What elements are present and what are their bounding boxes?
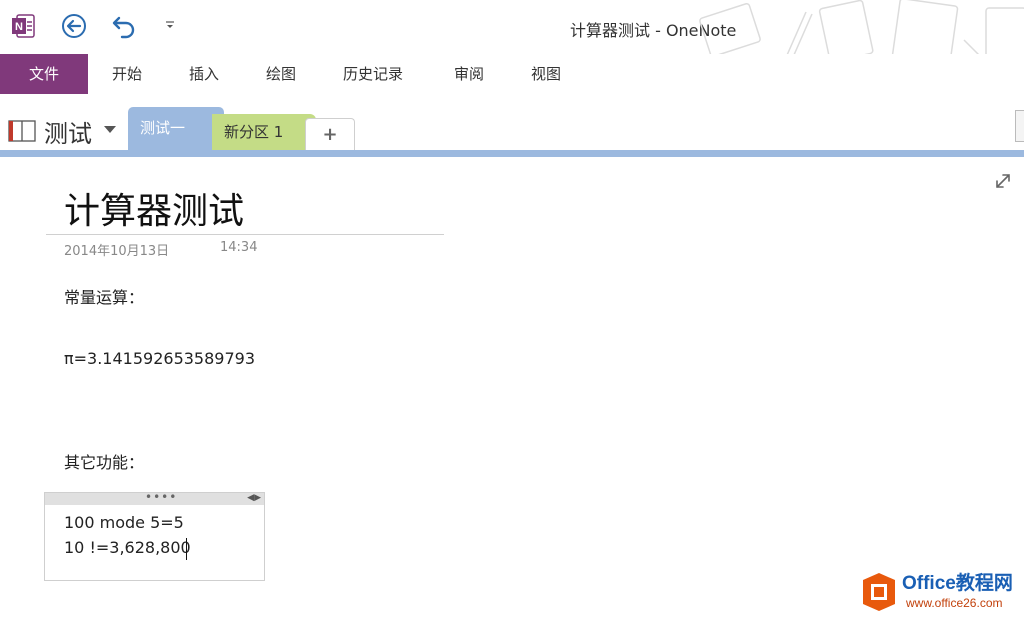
section-tab-1[interactable]: 测试一	[128, 107, 224, 150]
paragraph-constant-ops[interactable]: 常量运算：	[64, 284, 144, 308]
office-logo-icon	[863, 573, 895, 611]
tab-view[interactable]: 视图	[531, 54, 561, 94]
add-section-button[interactable]: +	[305, 118, 355, 151]
watermark-text-art: Office教程网	[902, 571, 1013, 594]
note-line-factorial[interactable]: 10 !=3,628,800	[64, 538, 191, 557]
back-button[interactable]	[60, 12, 88, 40]
notebook-icon	[8, 120, 36, 142]
page-list-toggle-button[interactable]	[1015, 110, 1024, 142]
page-date: 2014年10月13日	[64, 244, 170, 259]
svg-text:N: N	[15, 21, 23, 33]
note-line-mode[interactable]: 100 mode 5=5	[64, 513, 184, 532]
text-cursor	[186, 538, 187, 560]
section-color-bar	[0, 150, 1024, 157]
note-drag-handle[interactable]: •••• ◀▶	[45, 490, 264, 505]
ribbon-tab-bar: 文件 开始 插入 绘图 历史记录 审阅 视图	[0, 54, 1024, 94]
svg-text:Office教程网: Office教程网	[902, 571, 1013, 594]
onenote-logo-icon: N	[12, 14, 35, 38]
tab-file[interactable]: 文件	[0, 54, 88, 94]
notebook-name[interactable]: 测试	[44, 114, 92, 149]
undo-button[interactable]	[110, 12, 138, 40]
title-bar: N 计算器测试 - OneNote	[0, 0, 1024, 71]
tab-draw[interactable]: 绘图	[266, 54, 296, 94]
paragraph-pi-value[interactable]: π=3.141592653589793	[64, 349, 255, 368]
watermark-url-art: www.office26.com	[906, 596, 1003, 610]
site-watermark: Office教程网 www.office26.com	[858, 568, 1024, 619]
paragraph-other-functions[interactable]: 其它功能：	[64, 449, 144, 473]
section-bar: 测试 测试一 新分区 1 +	[0, 100, 1024, 151]
drag-dots-icon: ••••	[145, 490, 178, 504]
svg-text:www.office26.com: www.office26.com	[906, 596, 1003, 610]
note-container[interactable]: •••• ◀▶ 100 mode 5=5 10 !=3,628,800	[44, 490, 265, 581]
title-divider	[46, 234, 444, 235]
customize-quick-access-icon[interactable]	[160, 12, 180, 40]
page-title[interactable]: 计算器测试	[64, 182, 244, 234]
tab-review[interactable]: 审阅	[454, 54, 484, 94]
tab-home[interactable]: 开始	[112, 54, 142, 94]
notebook-dropdown-icon[interactable]	[104, 126, 116, 133]
section-tab-2[interactable]: 新分区 1	[212, 114, 316, 150]
resize-arrows-icon[interactable]: ◀▶	[247, 493, 261, 503]
page-time: 14:34	[220, 240, 258, 255]
tab-insert[interactable]: 插入	[189, 54, 219, 94]
expand-page-icon[interactable]	[994, 172, 1012, 190]
tab-history[interactable]: 历史记录	[343, 54, 403, 94]
